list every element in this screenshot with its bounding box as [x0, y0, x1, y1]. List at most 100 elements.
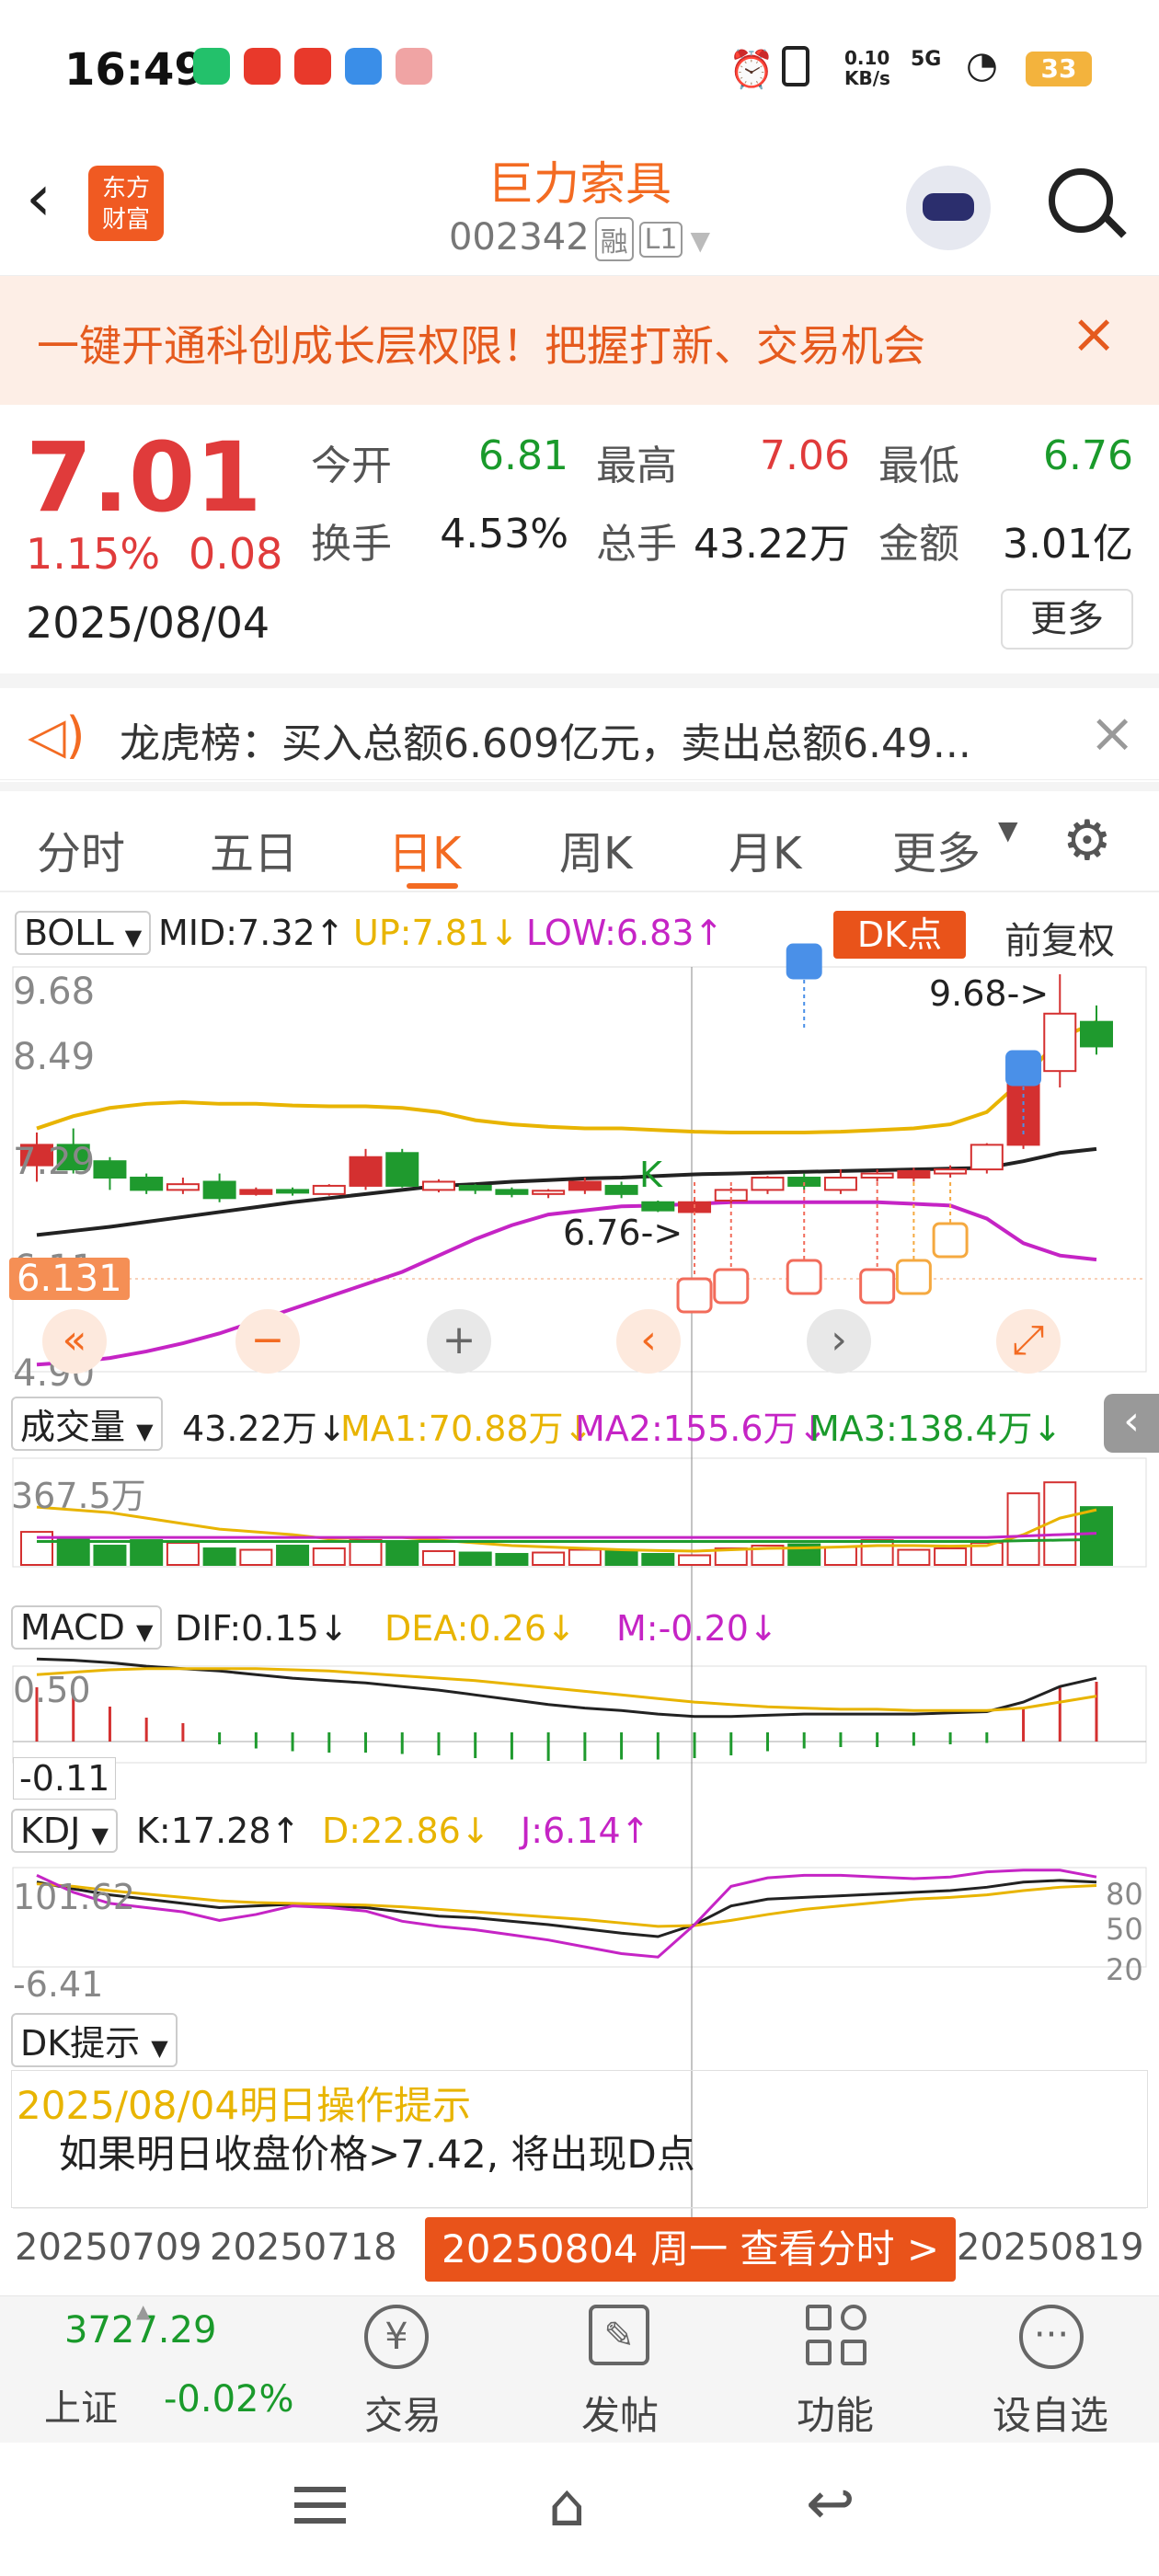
volume-bar — [495, 1553, 529, 1567]
back-nav-icon[interactable]: ↩ — [806, 2470, 855, 2538]
dk-hint-title: 2025/08/04明日操作提示 — [17, 2083, 472, 2128]
boll-up-line — [36, 1019, 1097, 1135]
boll-selector[interactable]: BOLL ▼ — [15, 911, 152, 955]
promo-banner[interactable]: 一键开通科创成长层权限！把握打新、交易机会 × — [0, 276, 1159, 405]
view-intraday-button[interactable]: 20250804 周一 查看分时 > — [425, 2217, 957, 2282]
status-time: 16:49 — [64, 44, 205, 96]
y-axis-2: 8.49 — [13, 1036, 96, 1078]
volume-selector[interactable]: 成交量 ▼ — [11, 1397, 163, 1451]
candle-body — [276, 1189, 310, 1194]
quote-label: 总手 — [596, 521, 677, 568]
tab-5[interactable]: 更多 — [892, 817, 981, 881]
collapse-panel-button[interactable]: ‹ — [1104, 1394, 1159, 1453]
zoom-out-button[interactable]: − — [235, 1309, 300, 1374]
signal-marker — [786, 943, 822, 980]
tab-4[interactable]: 月K — [729, 817, 801, 881]
boll-mid: MID:7.32↑ — [158, 913, 345, 953]
candle-body — [860, 1172, 894, 1179]
volume-bar — [823, 1546, 857, 1566]
zoom-in-button[interactable]: + — [427, 1309, 491, 1374]
close-banner-icon[interactable]: × — [1071, 302, 1117, 366]
quote-value: 4.53% — [440, 511, 568, 558]
low-marker: 6.76-> — [563, 1213, 683, 1253]
home-icon[interactable]: ⌂ — [548, 2472, 586, 2540]
volume-bar — [239, 1548, 273, 1566]
volume-value: 43.22万↓ — [182, 1409, 347, 1449]
volume-ma2: MA2:155.6万↓ — [575, 1409, 828, 1449]
vibrate-icon — [782, 46, 809, 86]
function-icon[interactable] — [806, 2305, 870, 2369]
menu-icon[interactable] — [294, 2487, 346, 2524]
adjust-mode-button[interactable]: 前复权 — [1004, 911, 1115, 964]
prev-button[interactable]: ‹ — [616, 1309, 681, 1374]
wechat-app-icon — [193, 48, 230, 85]
tab-3[interactable]: 周K — [559, 817, 632, 881]
kdj-j-line — [36, 1869, 1097, 1959]
quote-label: 最高 — [596, 443, 677, 489]
quote-value: 43.22万 — [694, 521, 850, 568]
dk-point-button[interactable]: DK点 — [833, 911, 966, 959]
kdj-y-top: 101.62 — [13, 1877, 135, 1917]
add-watchlist-icon[interactable]: ··· — [1019, 2305, 1084, 2369]
post-label[interactable]: 发帖 — [537, 2385, 703, 2441]
rewind-button[interactable]: « — [42, 1309, 107, 1374]
alarm-icon: ⏰ — [729, 49, 775, 91]
trade-label[interactable]: 交易 — [320, 2385, 486, 2441]
kdj-selector[interactable]: KDJ ▼ — [11, 1809, 118, 1853]
macd-dea: DEA:0.26↓ — [384, 1608, 576, 1649]
search-icon[interactable] — [1049, 168, 1113, 233]
macd-selector[interactable]: MACD ▼ — [11, 1605, 163, 1650]
stock-code: 002342 — [448, 216, 590, 259]
network-speed: 0.10 KB/s — [844, 47, 890, 89]
volume-ma3: MA3:138.4万↓ — [809, 1409, 1062, 1449]
quote-value: 3.01亿 — [1003, 521, 1133, 568]
boll-up: UP:7.81↓ — [353, 913, 519, 953]
candle-body — [385, 1152, 419, 1187]
index-name: 上证 — [44, 2387, 118, 2430]
period-tabs: 分时 五日 日K 周K 月K 更多 — [0, 791, 1159, 892]
function-label[interactable]: 功能 — [752, 2385, 918, 2441]
volume-ma1: MA1:70.88万↓ — [340, 1409, 593, 1449]
tab-1[interactable]: 五日 — [210, 817, 298, 881]
close-notice-icon[interactable]: × — [1089, 701, 1135, 765]
system-nav-bar: ⌂ ↩ — [0, 2443, 1159, 2576]
volume-bar — [276, 1545, 310, 1566]
volume-bar — [93, 1545, 127, 1566]
status-bar: 16:49 ⏰ 0.10 KB/s 5G ◔ 33 — [0, 0, 1159, 138]
candle-body — [166, 1183, 200, 1191]
dropdown-icon: ▼ — [690, 225, 711, 256]
divider — [0, 891, 1159, 892]
tab-0[interactable]: 分时 — [37, 817, 125, 881]
dk-hint-selector[interactable]: DK提示 ▼ — [11, 2013, 178, 2067]
kdj-k-line — [36, 1879, 1097, 1938]
volume-bar — [678, 1554, 712, 1566]
candle-body — [934, 1168, 968, 1175]
volume-bar — [349, 1539, 383, 1566]
trade-icon[interactable]: ¥ — [364, 2305, 429, 2369]
notice-text: 龙虎榜：买入总额6.609亿元，卖出总额6.49... — [120, 720, 971, 767]
more-quote-button[interactable]: 更多 — [1001, 589, 1133, 650]
candle-body — [93, 1160, 127, 1179]
active-tab-indicator — [407, 883, 458, 889]
tab-2[interactable]: 日K — [388, 817, 461, 881]
app-notification-icon — [396, 48, 432, 85]
dragon-tiger-notice[interactable]: ◁) 龙虎榜：买入总额6.609亿元，卖出总额6.49... × — [0, 688, 1159, 780]
post-icon[interactable]: ✎ — [589, 2305, 649, 2365]
speaker-icon: ◁) — [28, 707, 86, 765]
up-arrow-icon: ▲ — [136, 2300, 151, 2322]
robot-assistant-icon[interactable] — [906, 166, 991, 250]
volume-y-top: 367.5万 — [11, 1476, 146, 1516]
date-label-2: 20250718 — [210, 2226, 397, 2269]
quote-label: 金额 — [878, 521, 959, 568]
watchlist-label[interactable]: 设自选 — [968, 2385, 1133, 2441]
signal-marker — [895, 1259, 932, 1295]
candle-body — [532, 1190, 566, 1195]
volume-bar — [130, 1539, 164, 1566]
volume-bar — [166, 1542, 200, 1567]
next-button[interactable]: › — [807, 1309, 871, 1374]
settings-gear-icon[interactable]: ⚙ — [1062, 813, 1112, 868]
high-marker: 9.68-> — [929, 973, 1050, 1014]
fullscreen-button[interactable]: ⤢ — [996, 1309, 1061, 1374]
change-pct: 1.15% — [26, 529, 161, 579]
quote-label: 今开 — [311, 443, 392, 489]
